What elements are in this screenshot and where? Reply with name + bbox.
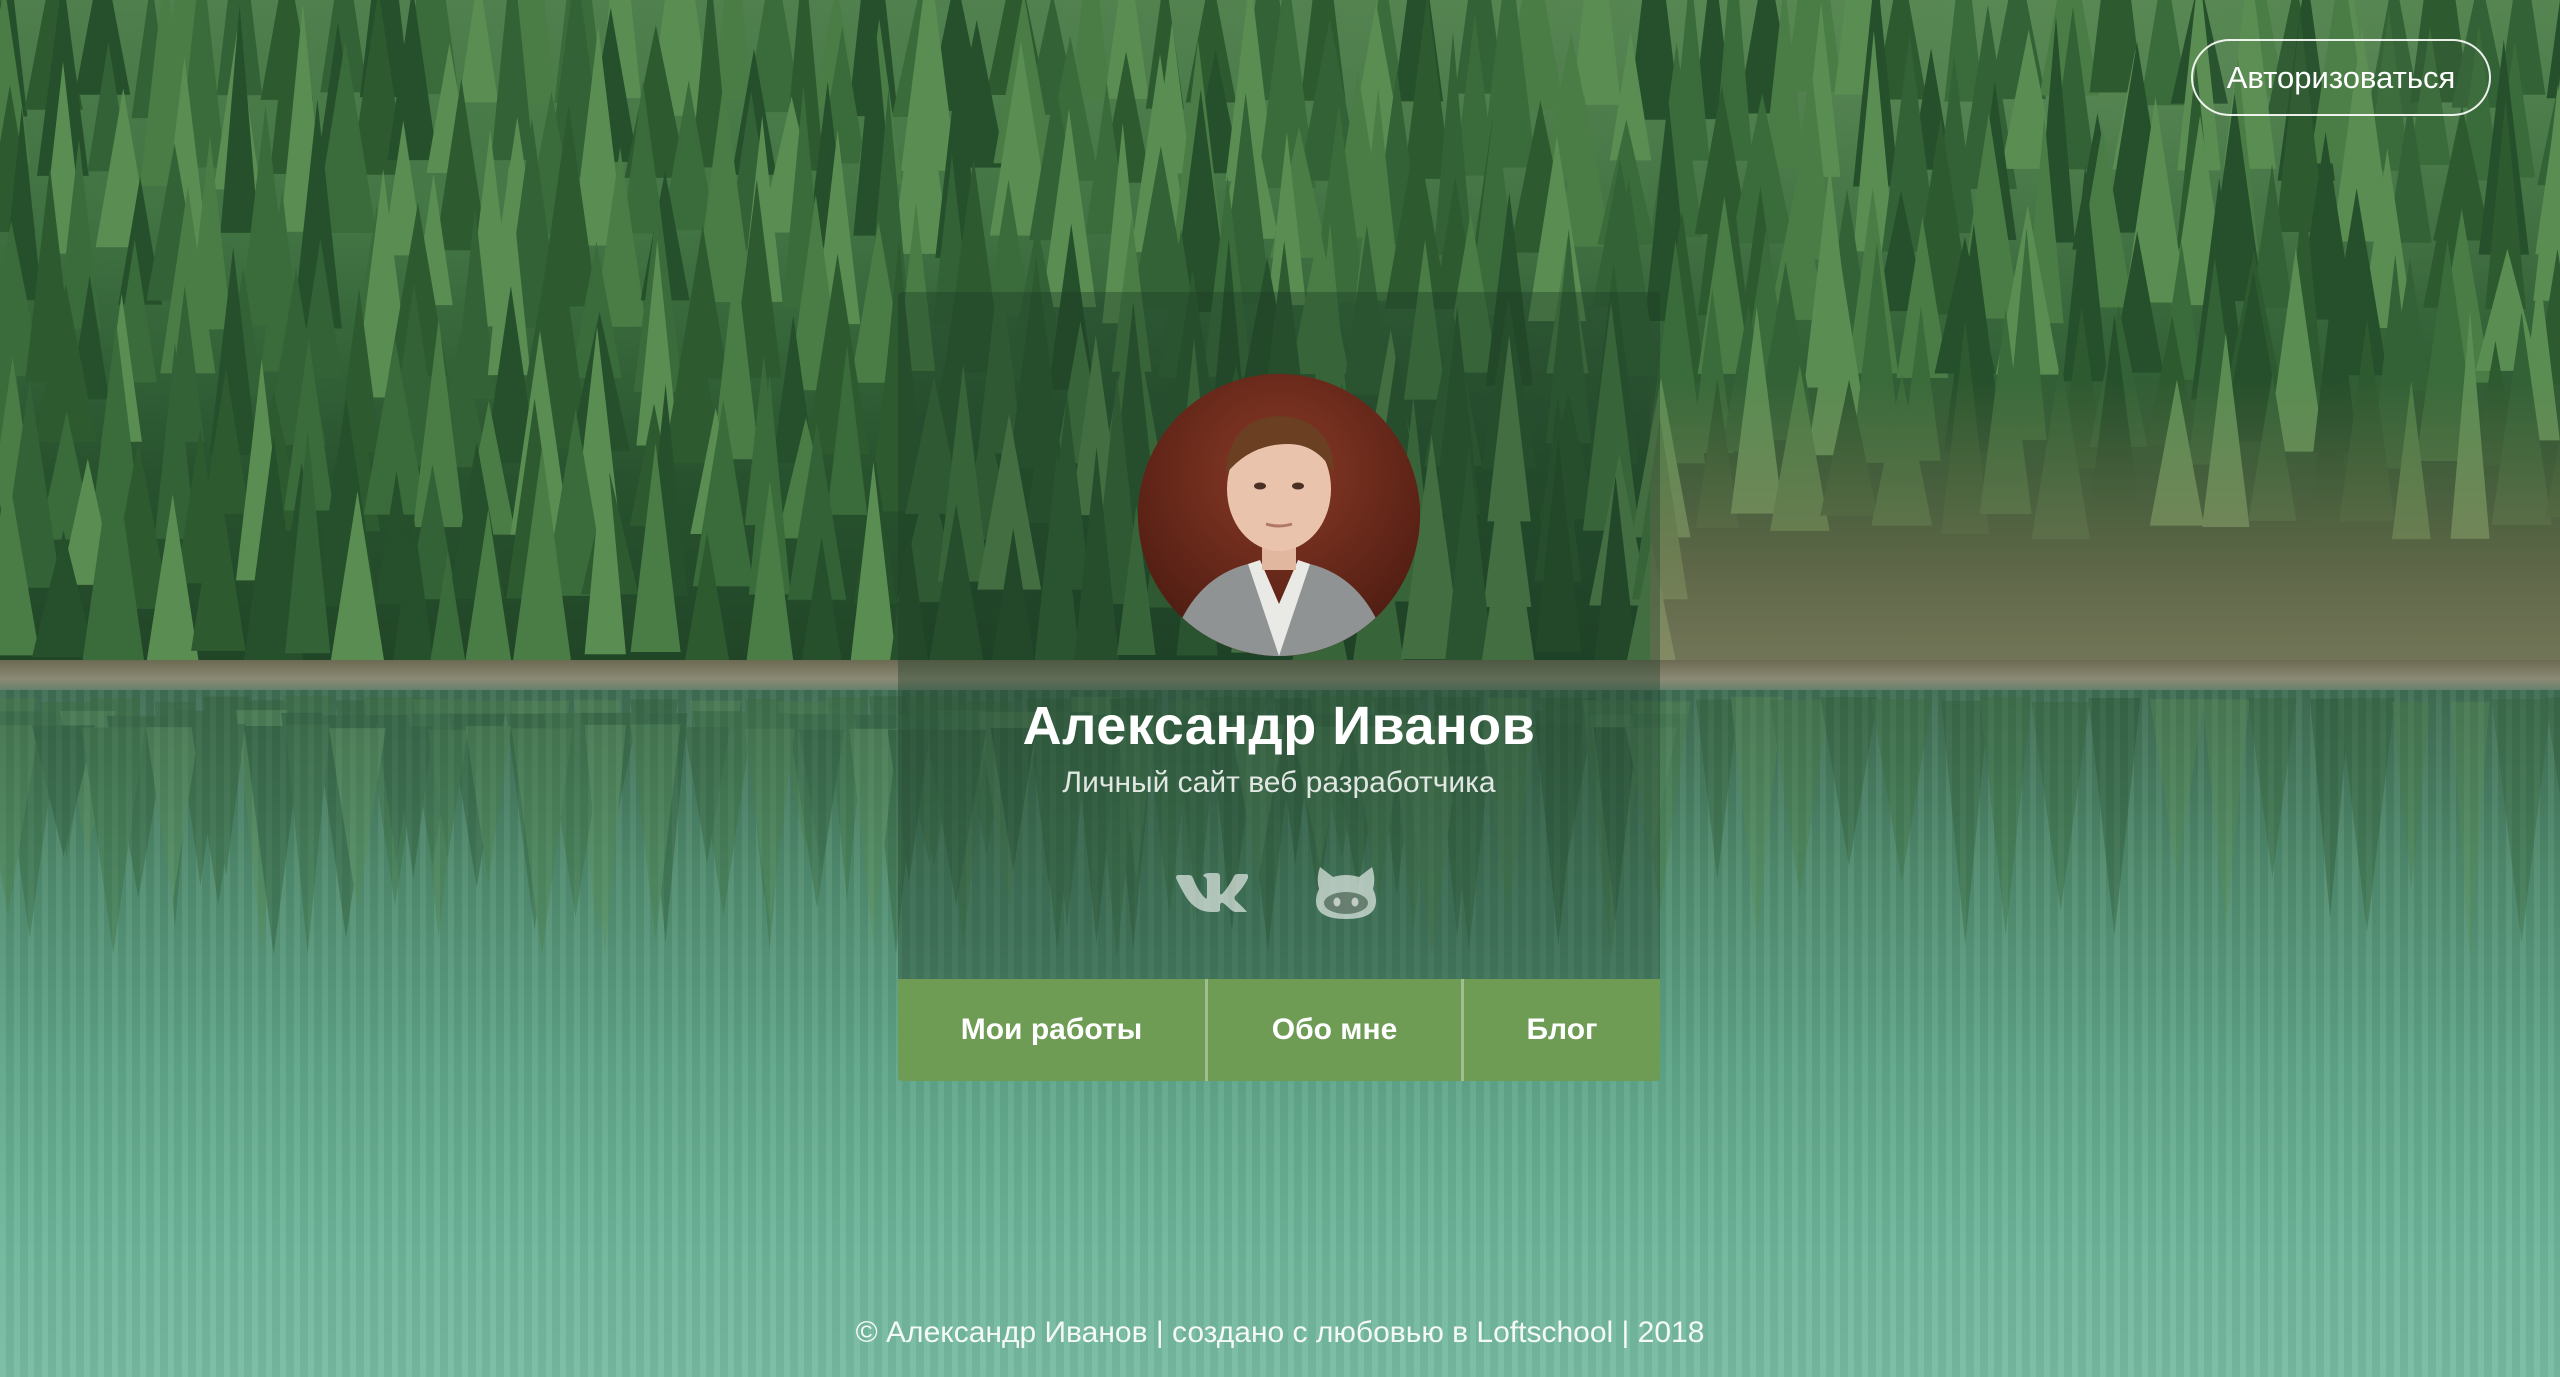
avatar — [1138, 374, 1420, 656]
tree-shape — [458, 0, 499, 103]
tree-reflection — [2248, 698, 2297, 877]
nav-blog[interactable]: Блог — [1464, 979, 1660, 1081]
tree-reflection — [1730, 696, 1783, 937]
tree-shape — [2546, 0, 2560, 99]
footer-copyright: © Александр Иванов | создано с любовью в… — [855, 1316, 1705, 1349]
tree-reflection — [1941, 700, 1990, 945]
nav-my-works[interactable]: Мои работы — [898, 979, 1208, 1081]
user-subtitle: Личный сайт веб разработчика — [1062, 766, 1496, 799]
tree-reflection — [1770, 700, 1830, 896]
vk-link[interactable] — [1175, 862, 1249, 922]
tree-reflection — [2339, 698, 2395, 932]
avatar-photo — [1138, 374, 1420, 656]
github-icon — [1316, 867, 1376, 919]
tree-reflection — [285, 724, 331, 954]
tree-reflection — [2031, 701, 2090, 911]
nav-about-me[interactable]: Обо мне — [1208, 979, 1464, 1081]
card-body: Александр Иванов Личный сайт веб разрабо… — [898, 292, 1660, 980]
user-name: Александр Иванов — [1022, 696, 1536, 756]
authorize-button[interactable]: Авторизоваться — [2191, 39, 2491, 116]
welcome-card: Александр Иванов Личный сайт веб разрабо… — [898, 292, 1660, 1081]
tree-reflection — [511, 728, 573, 955]
tree-reflection — [1979, 696, 2032, 936]
tree-reflection — [744, 728, 795, 923]
tree-reflection — [2392, 701, 2431, 889]
tree-reflection — [2088, 698, 2141, 936]
tree-reflection — [2491, 698, 2552, 943]
tree-reflection — [2202, 699, 2250, 925]
github-link[interactable] — [1309, 862, 1383, 922]
tree-reflection — [2450, 701, 2490, 959]
tree-reflection — [2149, 699, 2204, 877]
vk-icon — [1176, 873, 1248, 912]
tree-reflection — [1820, 697, 1878, 867]
tree-reflection — [1871, 699, 1933, 881]
card-navigation: Мои работы Обо мне Блог — [898, 979, 1660, 1081]
rocky-shore — [1650, 380, 2560, 690]
tree-reflection — [1695, 699, 1739, 880]
social-links — [898, 862, 1660, 922]
